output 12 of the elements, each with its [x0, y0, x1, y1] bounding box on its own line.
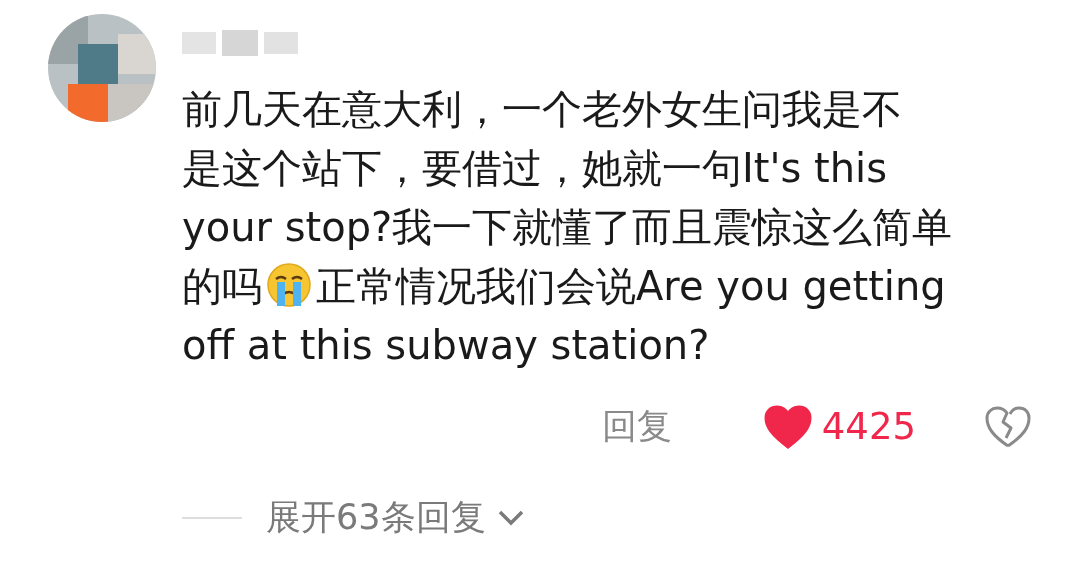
comment-text: 前几天在意大利，一个老外女生问我是不	[182, 86, 902, 132]
comment-text: your stop?我一下就懂了而且震惊这么简单	[182, 204, 953, 250]
like-count: 4425	[821, 405, 916, 448]
broken-heart-icon[interactable]	[984, 404, 1032, 449]
comment-text: 正常情况我们会说Are you getting	[316, 263, 946, 309]
heart-icon[interactable]	[763, 404, 812, 449]
reply-link[interactable]: 回复	[601, 403, 672, 450]
crying-face-icon	[266, 262, 312, 308]
comment-text: 的吗	[182, 263, 262, 309]
expand-replies-button[interactable]: 展开63条回复	[266, 494, 526, 541]
comment-text: off at this subway station?	[182, 322, 710, 368]
comment-text: 是这个站下，要借过，她就一句It's this	[182, 145, 888, 191]
